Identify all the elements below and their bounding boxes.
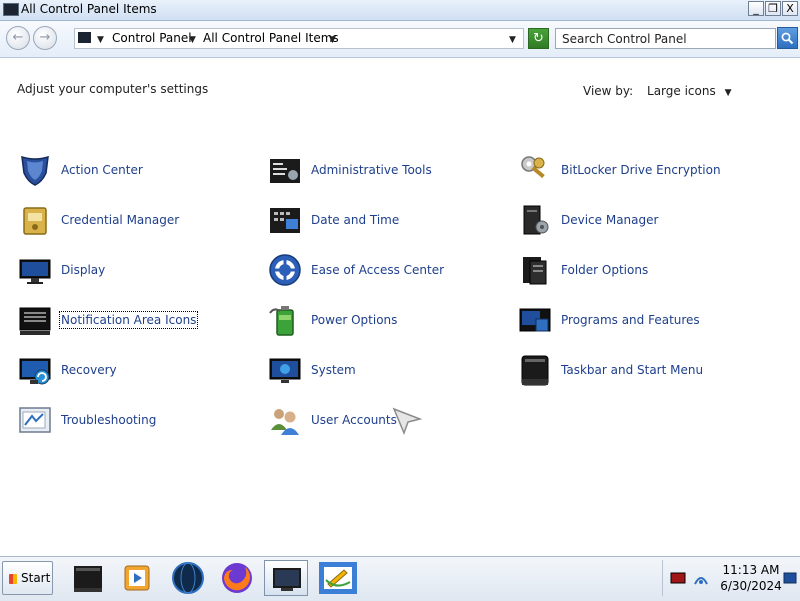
- device-manager-icon: [518, 203, 552, 237]
- restore-button[interactable]: ❐: [765, 1, 781, 16]
- taskbar-app-globe[interactable]: [166, 560, 210, 596]
- item-folder-options[interactable]: Folder Options: [518, 252, 648, 288]
- item-action-center[interactable]: Action Center: [18, 152, 143, 188]
- taskbar-app-media-player[interactable]: [115, 560, 159, 596]
- start-button[interactable]: Start: [2, 561, 53, 595]
- paint-app-icon: [319, 562, 357, 594]
- item-recovery[interactable]: Recovery: [18, 352, 117, 388]
- window-controls: _ ❐ X: [748, 1, 798, 16]
- item-device-manager[interactable]: Device Manager: [518, 202, 658, 238]
- breadcrumb-control-panel[interactable]: Control Panel: [112, 31, 192, 45]
- item-display[interactable]: Display: [18, 252, 105, 288]
- item-date-and-time[interactable]: Date and Time: [268, 202, 399, 238]
- view-by-dropdown[interactable]: Large icons ▼: [647, 84, 731, 98]
- item-credential-manager[interactable]: Credential Manager: [18, 202, 179, 238]
- breadcrumb-arrow[interactable]: ▼: [329, 31, 336, 45]
- globe-app-icon: [172, 562, 204, 594]
- minimize-button[interactable]: _: [748, 1, 764, 16]
- search-button[interactable]: [777, 27, 798, 49]
- page-subtitle: Adjust your computer's settings: [17, 82, 209, 96]
- calendar-clock-icon: [268, 203, 302, 237]
- user-accounts-icon: [268, 403, 302, 437]
- item-user-accounts[interactable]: User Accounts: [268, 402, 397, 438]
- back-button[interactable]: ←: [6, 26, 30, 50]
- item-programs-and-features[interactable]: Programs and Features: [518, 302, 700, 338]
- search-icon: [781, 32, 794, 45]
- title-bar: All Control Panel Items _ ❐ X: [0, 0, 800, 21]
- show-desktop-icon[interactable]: [783, 572, 797, 584]
- bitlocker-key-icon: [518, 153, 552, 187]
- search-input[interactable]: [555, 28, 776, 49]
- control-panel-icon: [3, 3, 19, 16]
- programs-icon: [518, 303, 552, 337]
- breadcrumb[interactable]: ▼ Control Panel ▼ All Control Panel Item…: [74, 28, 524, 49]
- taskbar-app-firefox[interactable]: [215, 560, 259, 596]
- control-panel-app-icon: [273, 568, 301, 591]
- view-by-value: Large icons: [647, 84, 716, 98]
- item-administrative-tools[interactable]: Administrative Tools: [268, 152, 432, 188]
- media-player-icon: [124, 565, 150, 591]
- item-troubleshooting[interactable]: Troubleshooting: [18, 402, 156, 438]
- notification-area-icon: [18, 303, 52, 337]
- taskbar-app-paint[interactable]: [316, 560, 360, 596]
- window-title: All Control Panel Items: [21, 2, 157, 16]
- tray-monitor-icon[interactable]: [670, 572, 686, 584]
- terminal-app-icon: [74, 566, 102, 592]
- admin-tools-icon: [268, 153, 302, 187]
- item-bitlocker[interactable]: BitLocker Drive Encryption: [518, 152, 721, 188]
- mouse-pointer-icon: [392, 407, 422, 435]
- item-taskbar-and-start-menu[interactable]: Taskbar and Start Menu: [518, 352, 703, 388]
- clock[interactable]: 11:13 AM 6/30/2024: [719, 562, 783, 594]
- network-icon[interactable]: [693, 570, 709, 586]
- system-tray: 11:13 AM 6/30/2024: [662, 560, 799, 596]
- refresh-button[interactable]: ↻: [528, 28, 549, 49]
- address-history-dropdown[interactable]: ▼: [509, 31, 516, 45]
- taskbar-icon: [518, 353, 552, 387]
- control-panel-icon: [78, 32, 91, 43]
- breadcrumb-root-arrow[interactable]: ▼: [97, 31, 104, 45]
- system-icon: [268, 353, 302, 387]
- close-button[interactable]: X: [782, 1, 798, 16]
- credential-vault-icon: [18, 203, 52, 237]
- battery-icon: [268, 303, 302, 337]
- ease-of-access-icon: [268, 253, 302, 287]
- view-by-label: View by:: [583, 84, 634, 98]
- clock-time: 11:13 AM: [722, 563, 780, 577]
- folder-options-icon: [518, 253, 552, 287]
- firefox-icon: [222, 563, 252, 593]
- taskbar: Start 11:13 AM 6/30/2024: [0, 556, 800, 601]
- taskbar-app-control-panel[interactable]: [264, 560, 308, 596]
- recovery-icon: [18, 353, 52, 387]
- view-by: View by: Large icons ▼: [583, 84, 731, 98]
- item-ease-of-access[interactable]: Ease of Access Center: [268, 252, 444, 288]
- monitor-icon: [18, 253, 52, 287]
- item-notification-area-icons[interactable]: Notification Area Icons: [18, 302, 199, 338]
- forward-button[interactable]: →: [33, 26, 57, 50]
- item-power-options[interactable]: Power Options: [268, 302, 397, 338]
- item-system[interactable]: System: [268, 352, 356, 388]
- breadcrumb-all-items[interactable]: All Control Panel Items: [203, 31, 339, 45]
- shield-icon: [18, 153, 52, 187]
- breadcrumb-arrow[interactable]: ▼: [189, 31, 196, 45]
- taskbar-app-terminal[interactable]: [67, 560, 111, 596]
- windows-flag-icon: [9, 574, 17, 584]
- troubleshooting-icon: [18, 403, 52, 437]
- clock-date: 6/30/2024: [720, 579, 782, 593]
- address-bar: ← → ▼ Control Panel ▼ All Control Panel …: [0, 21, 800, 58]
- control-panel-items: Action Center Administrative Tools BitLo…: [0, 150, 800, 450]
